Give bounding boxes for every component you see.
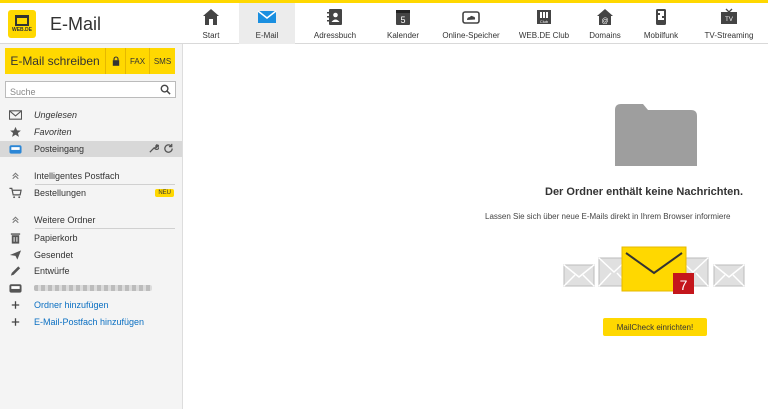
envelope-icon — [8, 110, 22, 120]
nav-calendar-label: Kalender — [386, 31, 420, 40]
collapse-chevron-icon — [11, 172, 19, 180]
search-box — [5, 81, 176, 100]
sms-button[interactable]: SMS — [150, 48, 175, 74]
pencil-icon — [10, 266, 20, 276]
nav-addressbook[interactable]: Adressbuch — [295, 3, 375, 44]
cloud-folder-icon — [462, 11, 480, 24]
home-icon — [203, 9, 219, 25]
folder-unread-label: Ungelesen — [34, 110, 78, 120]
small-envelope-icon — [563, 264, 595, 287]
folder-sent[interactable]: Gesendet — [0, 247, 182, 263]
club-badge-text: Club — [540, 19, 549, 24]
folder-trash-label: Papierkorb — [34, 233, 78, 243]
section-smart-inbox[interactable]: Intelligentes Postfach — [0, 168, 182, 184]
fax-button[interactable]: FAX — [126, 48, 150, 74]
add-mailbox-link[interactable]: E-Mail-Postfach hinzufügen — [0, 314, 182, 330]
app-title: E-Mail — [50, 13, 102, 34]
folder-sent-label: Gesendet — [34, 250, 74, 260]
calendar-day: 5 — [400, 15, 405, 25]
svg-text:@: @ — [601, 18, 608, 25]
nav-email[interactable]: E-Mail — [239, 3, 295, 44]
nav-online-storage[interactable]: Online-Speicher — [431, 3, 511, 44]
nav-club-label: WEB.DE Club — [518, 31, 570, 40]
plus-icon — [11, 301, 19, 309]
plus-icon — [11, 318, 19, 326]
folder-redacted[interactable] — [0, 280, 182, 296]
tv-icon: TV — [721, 8, 737, 24]
folder-orders-label: Bestellungen — [34, 188, 87, 198]
empty-folder-subtitle: Lassen Sie sich über neue E-Mails direkt… — [485, 212, 731, 221]
sidebar: E-Mail schreiben FAX SMS Ungelesen Favor… — [0, 44, 183, 409]
search-input[interactable] — [6, 84, 156, 100]
addressbook-icon — [327, 9, 342, 25]
club-icon: Club — [537, 10, 551, 24]
mailcheck-setup-button[interactable]: MailCheck einrichten! — [603, 318, 707, 336]
mail-icon — [257, 10, 277, 23]
nav-mobile[interactable]: Mobilfunk — [633, 3, 689, 44]
nav-club[interactable]: Club WEB.DE Club — [511, 3, 577, 44]
add-mailbox-label: E-Mail-Postfach hinzufügen — [34, 317, 145, 327]
webde-logo[interactable]: WEB.DE — [8, 10, 36, 38]
message-list-pane — [184, 44, 768, 409]
wrench-icon[interactable] — [148, 143, 159, 154]
nav-email-label: E-Mail — [255, 31, 279, 40]
refresh-icon[interactable] — [163, 143, 174, 154]
logo-text: WEB.DE — [12, 27, 32, 33]
add-folder-link[interactable]: Ordner hinzufügen — [0, 297, 182, 313]
nav-domains[interactable]: @ Domains — [577, 3, 633, 44]
folder-inbox[interactable]: Posteingang — [0, 141, 182, 157]
notification-count: 7 — [680, 277, 688, 293]
compose-row: E-Mail schreiben FAX SMS — [5, 48, 175, 74]
add-folder-label: Ordner hinzufügen — [34, 300, 109, 310]
compose-email-button[interactable]: E-Mail schreiben — [5, 48, 106, 74]
top-bar: WEB.DE E-Mail Start E-Mail Adressbuch 5 … — [0, 0, 768, 44]
domains-icon: @ — [597, 9, 613, 25]
section-more-folders[interactable]: Weitere Ordner — [0, 212, 182, 228]
trash-icon — [10, 233, 20, 244]
folder-trash[interactable]: Papierkorb — [0, 230, 182, 246]
calendar-icon: 5 — [396, 10, 410, 25]
nav-mobile-label: Mobilfunk — [643, 31, 679, 40]
nav-calendar[interactable]: 5 Kalender — [375, 3, 431, 44]
lock-icon — [112, 56, 119, 66]
mailcheck-illustration: 7 — [563, 246, 745, 294]
section-more-folders-label: Weitere Ordner — [34, 215, 96, 225]
brand: WEB.DE E-Mail — [8, 9, 101, 39]
inbox-icon — [8, 145, 22, 154]
star-icon — [9, 126, 21, 137]
new-badge: NEU — [155, 189, 174, 197]
folder-unread[interactable]: Ungelesen — [0, 107, 182, 123]
nav-tv-streaming[interactable]: TV TV-Streaming — [689, 3, 768, 44]
section-divider — [35, 228, 175, 229]
empty-folder-title: Der Ordner enthält keine Nachrichten. — [545, 186, 744, 198]
folder-drafts-label: Entwürfe — [34, 266, 70, 276]
small-envelope-icon — [713, 264, 745, 287]
mobile-icon — [656, 9, 666, 25]
redacted-folder-name — [34, 285, 152, 291]
folder-inbox-label: Posteingang — [34, 144, 85, 154]
empty-folder-icon — [615, 104, 697, 166]
search-icon[interactable] — [160, 84, 171, 95]
folder-orders[interactable]: Bestellungen NEU — [0, 185, 182, 201]
folder-favorites-label: Favoriten — [34, 127, 72, 137]
main-navigation: Start E-Mail Adressbuch 5 Kalender Onlin… — [183, 3, 768, 44]
tv-badge-text: TV — [725, 17, 733, 23]
nav-online-storage-label: Online-Speicher — [442, 31, 500, 40]
secure-compose-button[interactable] — [106, 48, 126, 74]
mailbox-icon — [8, 284, 22, 293]
folder-favorites[interactable]: Favoriten — [0, 124, 182, 140]
folder-drafts[interactable]: Entwürfe — [0, 263, 182, 279]
nav-start[interactable]: Start — [183, 3, 239, 44]
collapse-chevron-icon — [11, 216, 19, 224]
section-smart-inbox-label: Intelligentes Postfach — [34, 171, 120, 181]
nav-domains-label: Domains — [589, 31, 621, 40]
paper-plane-icon — [9, 250, 21, 260]
shopping-cart-icon — [8, 187, 22, 199]
nav-tv-streaming-label: TV-Streaming — [704, 31, 754, 40]
nav-start-label: Start — [202, 31, 220, 40]
nav-addressbook-label: Adressbuch — [313, 31, 357, 40]
